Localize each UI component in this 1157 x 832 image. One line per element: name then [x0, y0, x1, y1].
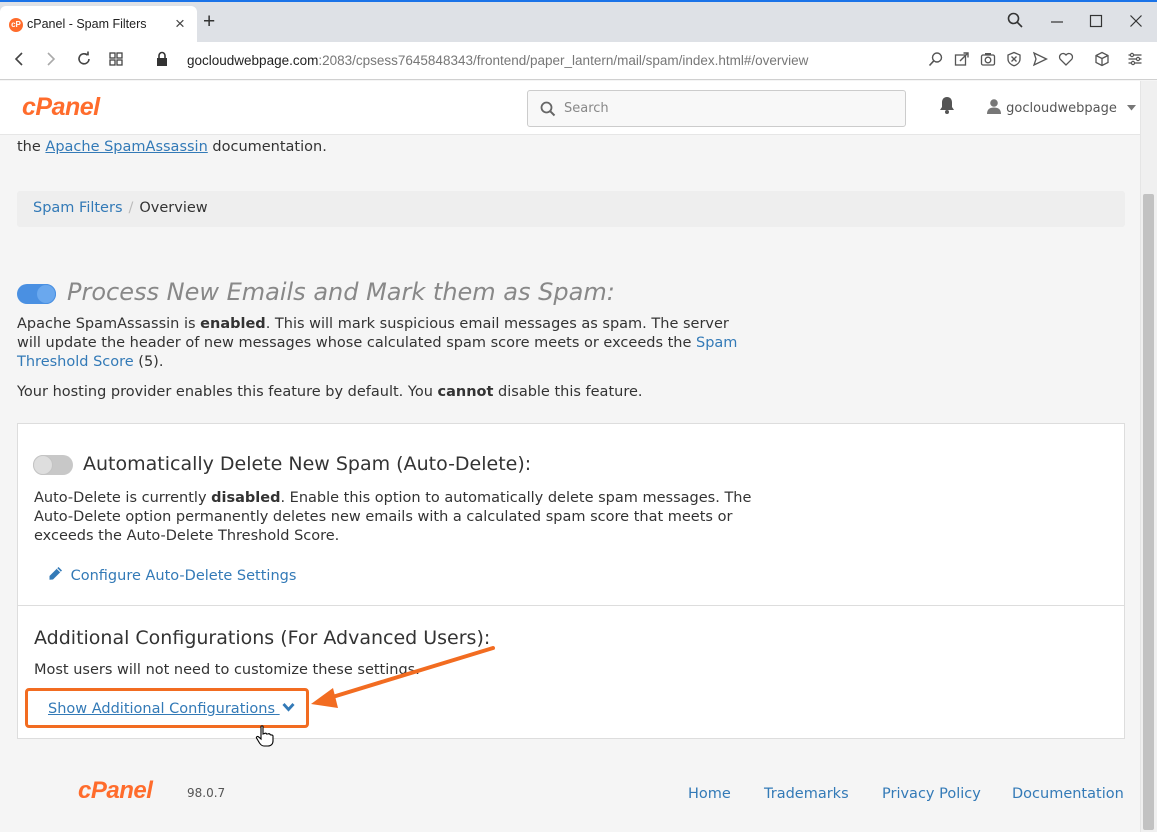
- cpanel-version: 98.0.7: [187, 786, 226, 800]
- browser-tab[interactable]: cP cPanel - Spam Filters ×: [0, 6, 197, 44]
- speed-dial-icon[interactable]: [108, 50, 124, 73]
- process-spam-heading: Process New Emails and Mark them as Spam…: [67, 278, 615, 306]
- caret-down-icon: [1127, 100, 1137, 115]
- toggle-knob: [36, 284, 56, 304]
- provider-note: Your hosting provider enables this featu…: [17, 384, 643, 400]
- breadcrumb-current: Overview: [139, 200, 208, 216]
- username: gocloudwebpage: [1006, 101, 1117, 116]
- url-path: :2083/cpsess7645848343/frontend/paper_la…: [318, 53, 809, 68]
- footer-trademarks-link[interactable]: Trademarks: [764, 786, 849, 802]
- search-icon: [540, 101, 556, 121]
- camera-icon[interactable]: [980, 51, 996, 71]
- share-icon[interactable]: [954, 51, 970, 71]
- breadcrumb: Spam Filters / Overview: [17, 191, 1125, 227]
- footer-home-link[interactable]: Home: [688, 786, 731, 802]
- intro-text: the Apache SpamAssassin documentation.: [17, 139, 327, 155]
- shield-icon[interactable]: [1006, 51, 1022, 71]
- close-tab-icon[interactable]: ×: [175, 14, 185, 34]
- forward-icon[interactable]: [44, 50, 58, 73]
- search-box: [527, 90, 906, 127]
- annotation-highlight-box: [25, 688, 309, 728]
- cpanel-header: cPanel gocloudwebpage: [0, 81, 1140, 135]
- scrollbar-thumb[interactable]: [1143, 194, 1154, 830]
- minimize-icon[interactable]: [1050, 14, 1064, 33]
- heart-icon[interactable]: [1058, 51, 1074, 71]
- url-host: gocloudwebpage.com: [187, 53, 319, 68]
- cpanel-favicon-icon: cP: [9, 18, 23, 32]
- footer-cpanel-logo[interactable]: cPanel: [78, 777, 153, 805]
- new-tab-button[interactable]: +: [203, 11, 215, 32]
- search-tabs-icon[interactable]: [1007, 12, 1023, 33]
- auto-delete-heading: Automatically Delete New Spam (Auto-Dele…: [83, 453, 532, 475]
- url-field[interactable]: gocloudwebpage.com:2083/cpsess7645848343…: [187, 53, 808, 68]
- apache-spamassassin-link[interactable]: Apache SpamAssassin: [45, 139, 207, 155]
- hand-cursor-icon: [255, 725, 275, 751]
- additional-configurations-heading: Additional Configurations (For Advanced …: [34, 627, 491, 649]
- user-icon: [986, 99, 1006, 118]
- browser-address-bar: gocloudwebpage.com:2083/cpsess7645848343…: [0, 42, 1157, 80]
- zoom-search-icon[interactable]: [928, 51, 944, 71]
- breadcrumb-separator: /: [128, 200, 134, 216]
- cpanel-logo[interactable]: cPanel: [22, 93, 100, 122]
- process-spam-toggle[interactable]: [17, 284, 56, 304]
- additional-configurations-description: Most users will not need to customize th…: [34, 662, 420, 678]
- breadcrumb-spam-filters[interactable]: Spam Filters: [33, 200, 123, 216]
- close-window-icon[interactable]: [1129, 14, 1143, 33]
- panel-divider: [18, 605, 1124, 606]
- notifications-bell-icon[interactable]: [938, 95, 956, 119]
- auto-delete-toggle[interactable]: [33, 455, 73, 475]
- process-spam-description: Apache SpamAssassin is enabled. This wil…: [17, 316, 738, 370]
- reload-icon[interactable]: [76, 50, 92, 73]
- send-icon[interactable]: [1032, 51, 1049, 71]
- footer-privacy-policy-link[interactable]: Privacy Policy: [882, 786, 981, 802]
- footer-documentation-link[interactable]: Documentation: [1012, 786, 1124, 802]
- tab-title: cPanel - Spam Filters: [27, 17, 147, 31]
- easy-setup-menu-icon[interactable]: [1127, 51, 1143, 71]
- configure-auto-delete-link[interactable]: Configure Auto-Delete Settings: [48, 566, 296, 585]
- back-icon[interactable]: [12, 50, 26, 73]
- extensions-cube-icon[interactable]: [1094, 51, 1110, 71]
- user-menu[interactable]: gocloudwebpage: [986, 98, 1137, 118]
- pencil-icon: [48, 567, 68, 585]
- auto-delete-description: Auto-Delete is currently disabled. Enabl…: [34, 490, 752, 544]
- maximize-icon[interactable]: [1089, 14, 1103, 33]
- toggle-knob: [33, 455, 53, 475]
- lock-icon[interactable]: [156, 51, 168, 72]
- search-input[interactable]: [564, 91, 894, 126]
- browser-tab-bar: cP cPanel - Spam Filters × +: [0, 0, 1157, 44]
